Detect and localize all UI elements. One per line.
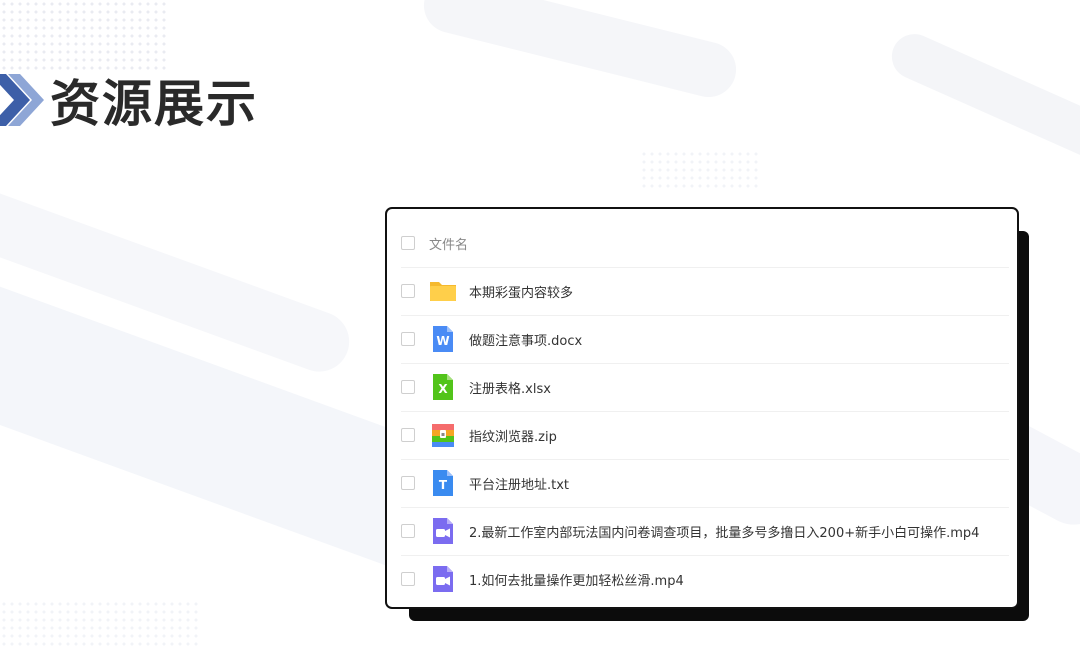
file-row[interactable]: 1.如何去批量操作更加轻松丝滑.mp4 bbox=[401, 555, 1009, 603]
file-name[interactable]: 做题注意事项.docx bbox=[469, 330, 582, 349]
file-list-panel: 文件名 本期彩蛋内容较多 W 做题注意事项.docx X 注册表格.xlsx 指… bbox=[385, 207, 1019, 609]
background-stripe bbox=[418, 0, 742, 103]
double-chevron-icon bbox=[0, 68, 44, 132]
file-row[interactable]: W 做题注意事项.docx bbox=[401, 315, 1009, 364]
select-all-checkbox[interactable] bbox=[401, 236, 415, 250]
zip-archive-icon bbox=[429, 421, 457, 449]
file-row[interactable]: X 注册表格.xlsx bbox=[401, 363, 1009, 412]
svg-text:W: W bbox=[436, 334, 449, 348]
video-file-icon bbox=[429, 565, 457, 593]
file-row[interactable]: 指纹浏览器.zip bbox=[401, 411, 1009, 460]
row-checkbox[interactable] bbox=[401, 428, 415, 442]
file-row[interactable]: 2.最新工作室内部玩法国内问卷调查项目，批量多号多撸日入200+新手小白可操作.… bbox=[401, 507, 1009, 556]
file-name[interactable]: 1.如何去批量操作更加轻松丝滑.mp4 bbox=[469, 570, 684, 589]
file-list-header: 文件名 bbox=[401, 219, 1009, 268]
file-name[interactable]: 本期彩蛋内容较多 bbox=[469, 282, 573, 301]
row-checkbox[interactable] bbox=[401, 524, 415, 538]
background-dots bbox=[0, 600, 200, 650]
text-file-icon: T bbox=[429, 469, 457, 497]
column-header-filename: 文件名 bbox=[429, 237, 469, 253]
file-name[interactable]: 指纹浏览器.zip bbox=[469, 426, 557, 445]
file-row[interactable]: 本期彩蛋内容较多 bbox=[401, 267, 1009, 316]
folder-icon bbox=[429, 277, 457, 305]
file-name[interactable]: 2.最新工作室内部玩法国内问卷调查项目，批量多号多撸日入200+新手小白可操作.… bbox=[469, 522, 979, 541]
svg-text:T: T bbox=[439, 478, 448, 492]
background-dots bbox=[0, 0, 170, 70]
excel-sheet-icon: X bbox=[429, 373, 457, 401]
background-dots bbox=[640, 150, 760, 190]
row-checkbox[interactable] bbox=[401, 476, 415, 490]
row-checkbox[interactable] bbox=[401, 380, 415, 394]
page-header: 资源展示 bbox=[0, 68, 258, 133]
page-title: 资源展示 bbox=[50, 75, 258, 133]
word-doc-icon: W bbox=[429, 325, 457, 353]
file-row[interactable]: T 平台注册地址.txt bbox=[401, 459, 1009, 508]
row-checkbox[interactable] bbox=[401, 572, 415, 586]
row-checkbox[interactable] bbox=[401, 284, 415, 298]
svg-text:X: X bbox=[438, 382, 448, 396]
file-name[interactable]: 平台注册地址.txt bbox=[469, 474, 569, 493]
row-checkbox[interactable] bbox=[401, 332, 415, 346]
background-stripe bbox=[884, 26, 1080, 199]
video-file-icon bbox=[429, 517, 457, 545]
file-name[interactable]: 注册表格.xlsx bbox=[469, 378, 551, 397]
